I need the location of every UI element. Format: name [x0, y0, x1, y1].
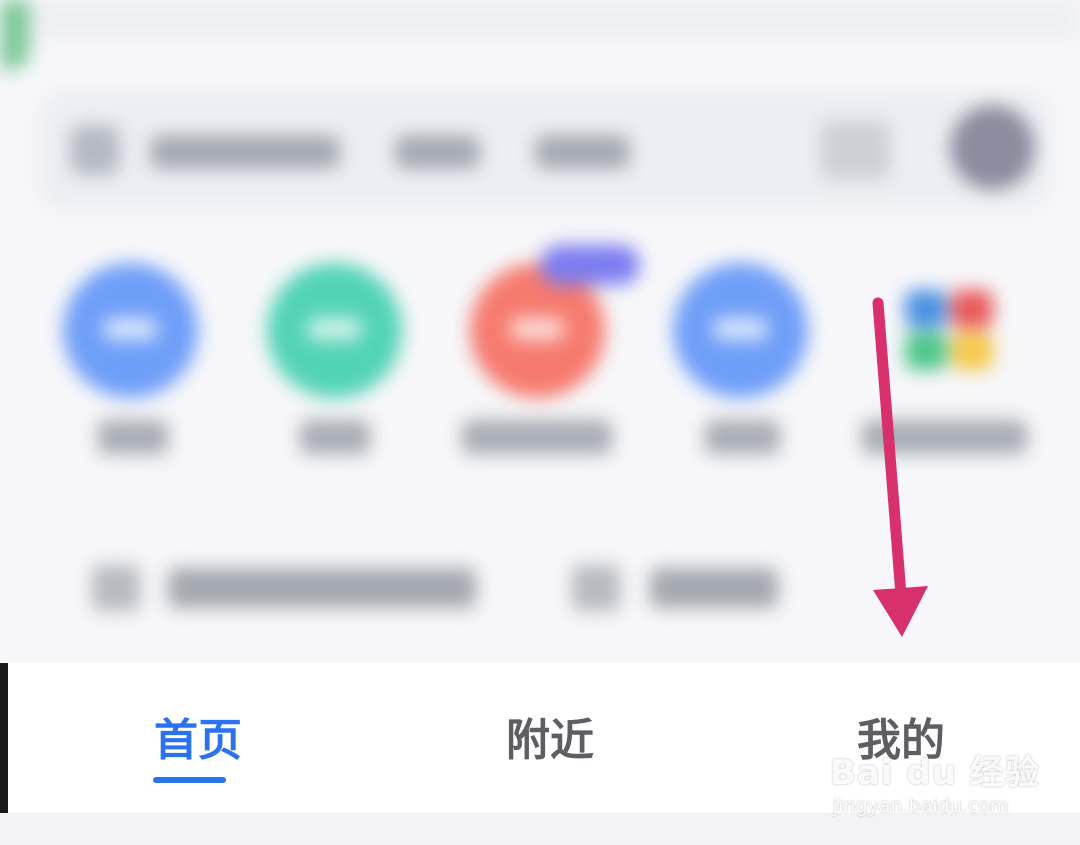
search-placeholder-blurred	[535, 135, 630, 169]
search-placeholder-blurred	[395, 135, 480, 169]
search-placeholder-blurred	[150, 135, 340, 169]
active-tab-indicator	[153, 777, 226, 783]
quick-action-icon[interactable]	[267, 263, 402, 398]
quick-action-label-blurred	[705, 420, 780, 454]
tab-nearby[interactable]: 附近	[495, 706, 605, 776]
quick-action-icon[interactable]	[63, 263, 198, 398]
tab-home[interactable]: 首页	[143, 706, 253, 776]
app-screen: 首页 附近 我的 Bai du 经验 jingyan.baidu.com	[0, 0, 1080, 845]
status-accent	[0, 0, 30, 70]
shortcut-text-blurred[interactable]	[168, 568, 476, 608]
quick-action-label-blurred	[300, 420, 370, 454]
search-icon	[70, 125, 120, 175]
quick-action-label-blurred	[98, 420, 168, 454]
avatar[interactable]	[950, 105, 1035, 190]
scan-icon[interactable]	[820, 120, 890, 180]
new-badge	[540, 245, 640, 285]
shortcut-icon	[572, 565, 620, 611]
baidu-jingyan-watermark: Bai du 经验 jingyan.baidu.com	[825, 745, 1045, 825]
watermark-logo-text: Bai du 经验	[830, 753, 1040, 793]
quick-action-label-blurred	[462, 420, 612, 454]
watermark-url: jingyan.baidu.com	[833, 795, 1009, 817]
quick-action-icon[interactable]	[673, 263, 808, 398]
shortcut-text-blurred[interactable]	[650, 568, 778, 608]
status-strip	[0, 0, 1080, 40]
annotation-arrow	[872, 297, 928, 637]
shortcut-icon	[92, 565, 140, 611]
